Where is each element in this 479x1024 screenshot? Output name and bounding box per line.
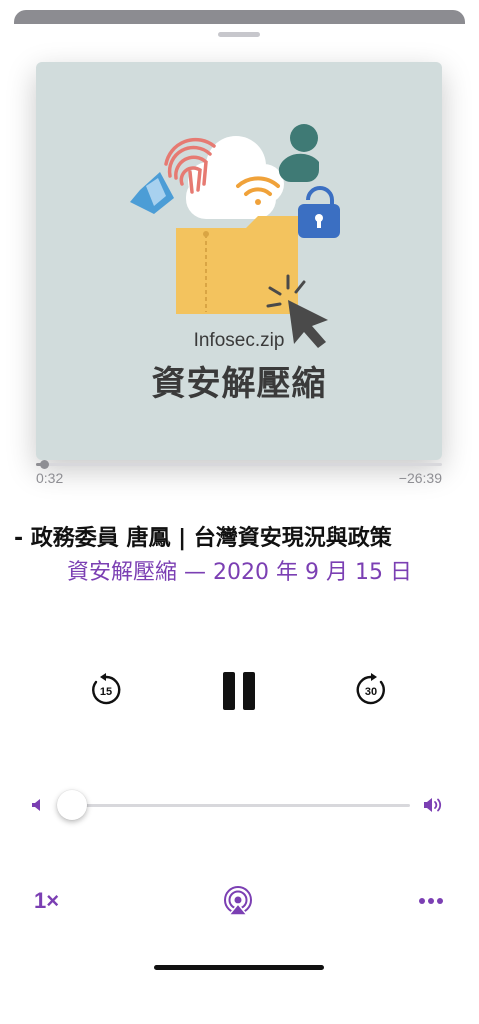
pause-bar-left	[223, 672, 235, 710]
podcast-artwork: Infosec.zip 資安解壓縮	[36, 62, 442, 460]
airplay-button[interactable]	[222, 884, 254, 916]
volume-knob[interactable]	[57, 790, 87, 820]
skip-back-button[interactable]: 15	[88, 672, 124, 708]
episode-title-marquee: - 政務委員 唐鳳 | 台灣資安現況與政策	[0, 520, 479, 554]
skip-back-15-icon: 15	[92, 673, 121, 705]
elapsed-time: 0:32	[36, 470, 64, 486]
airplay-icon	[224, 886, 252, 916]
more-button[interactable]	[418, 892, 444, 904]
sheet-grabber[interactable]	[218, 32, 260, 37]
pause-button[interactable]	[214, 668, 264, 714]
person-icon	[278, 124, 319, 183]
episode-subtitle-link[interactable]: 資安解壓縮 — 2020 年 9 月 15 日	[0, 554, 479, 586]
home-indicator[interactable]	[154, 965, 324, 970]
volume-low-icon	[32, 799, 40, 811]
episode-title: - 政務委員 唐鳳 | 台灣資安現況與政策	[14, 526, 392, 551]
playback-scrubber[interactable]	[36, 460, 442, 469]
shield-icon	[130, 172, 174, 214]
skip-forward-button[interactable]: 30	[353, 672, 389, 708]
volume-high-icon	[424, 798, 442, 812]
skip-forward-30-icon: 30	[356, 673, 385, 705]
artwork-title: 資安解壓縮	[151, 364, 327, 404]
pause-bar-right	[243, 672, 255, 710]
lock-icon	[298, 186, 340, 238]
volume-control	[0, 790, 479, 820]
zip-folder-icon	[176, 216, 298, 314]
artwork-caption: Infosec.zip	[193, 330, 285, 351]
playback-speed-button[interactable]: 1×	[34, 888, 59, 914]
skip-forward-label: 30	[365, 686, 377, 698]
skip-back-label: 15	[100, 686, 112, 698]
ellipsis-icon	[419, 898, 443, 904]
remaining-time: −26:39	[398, 470, 442, 486]
volume-slider[interactable]	[57, 790, 410, 820]
